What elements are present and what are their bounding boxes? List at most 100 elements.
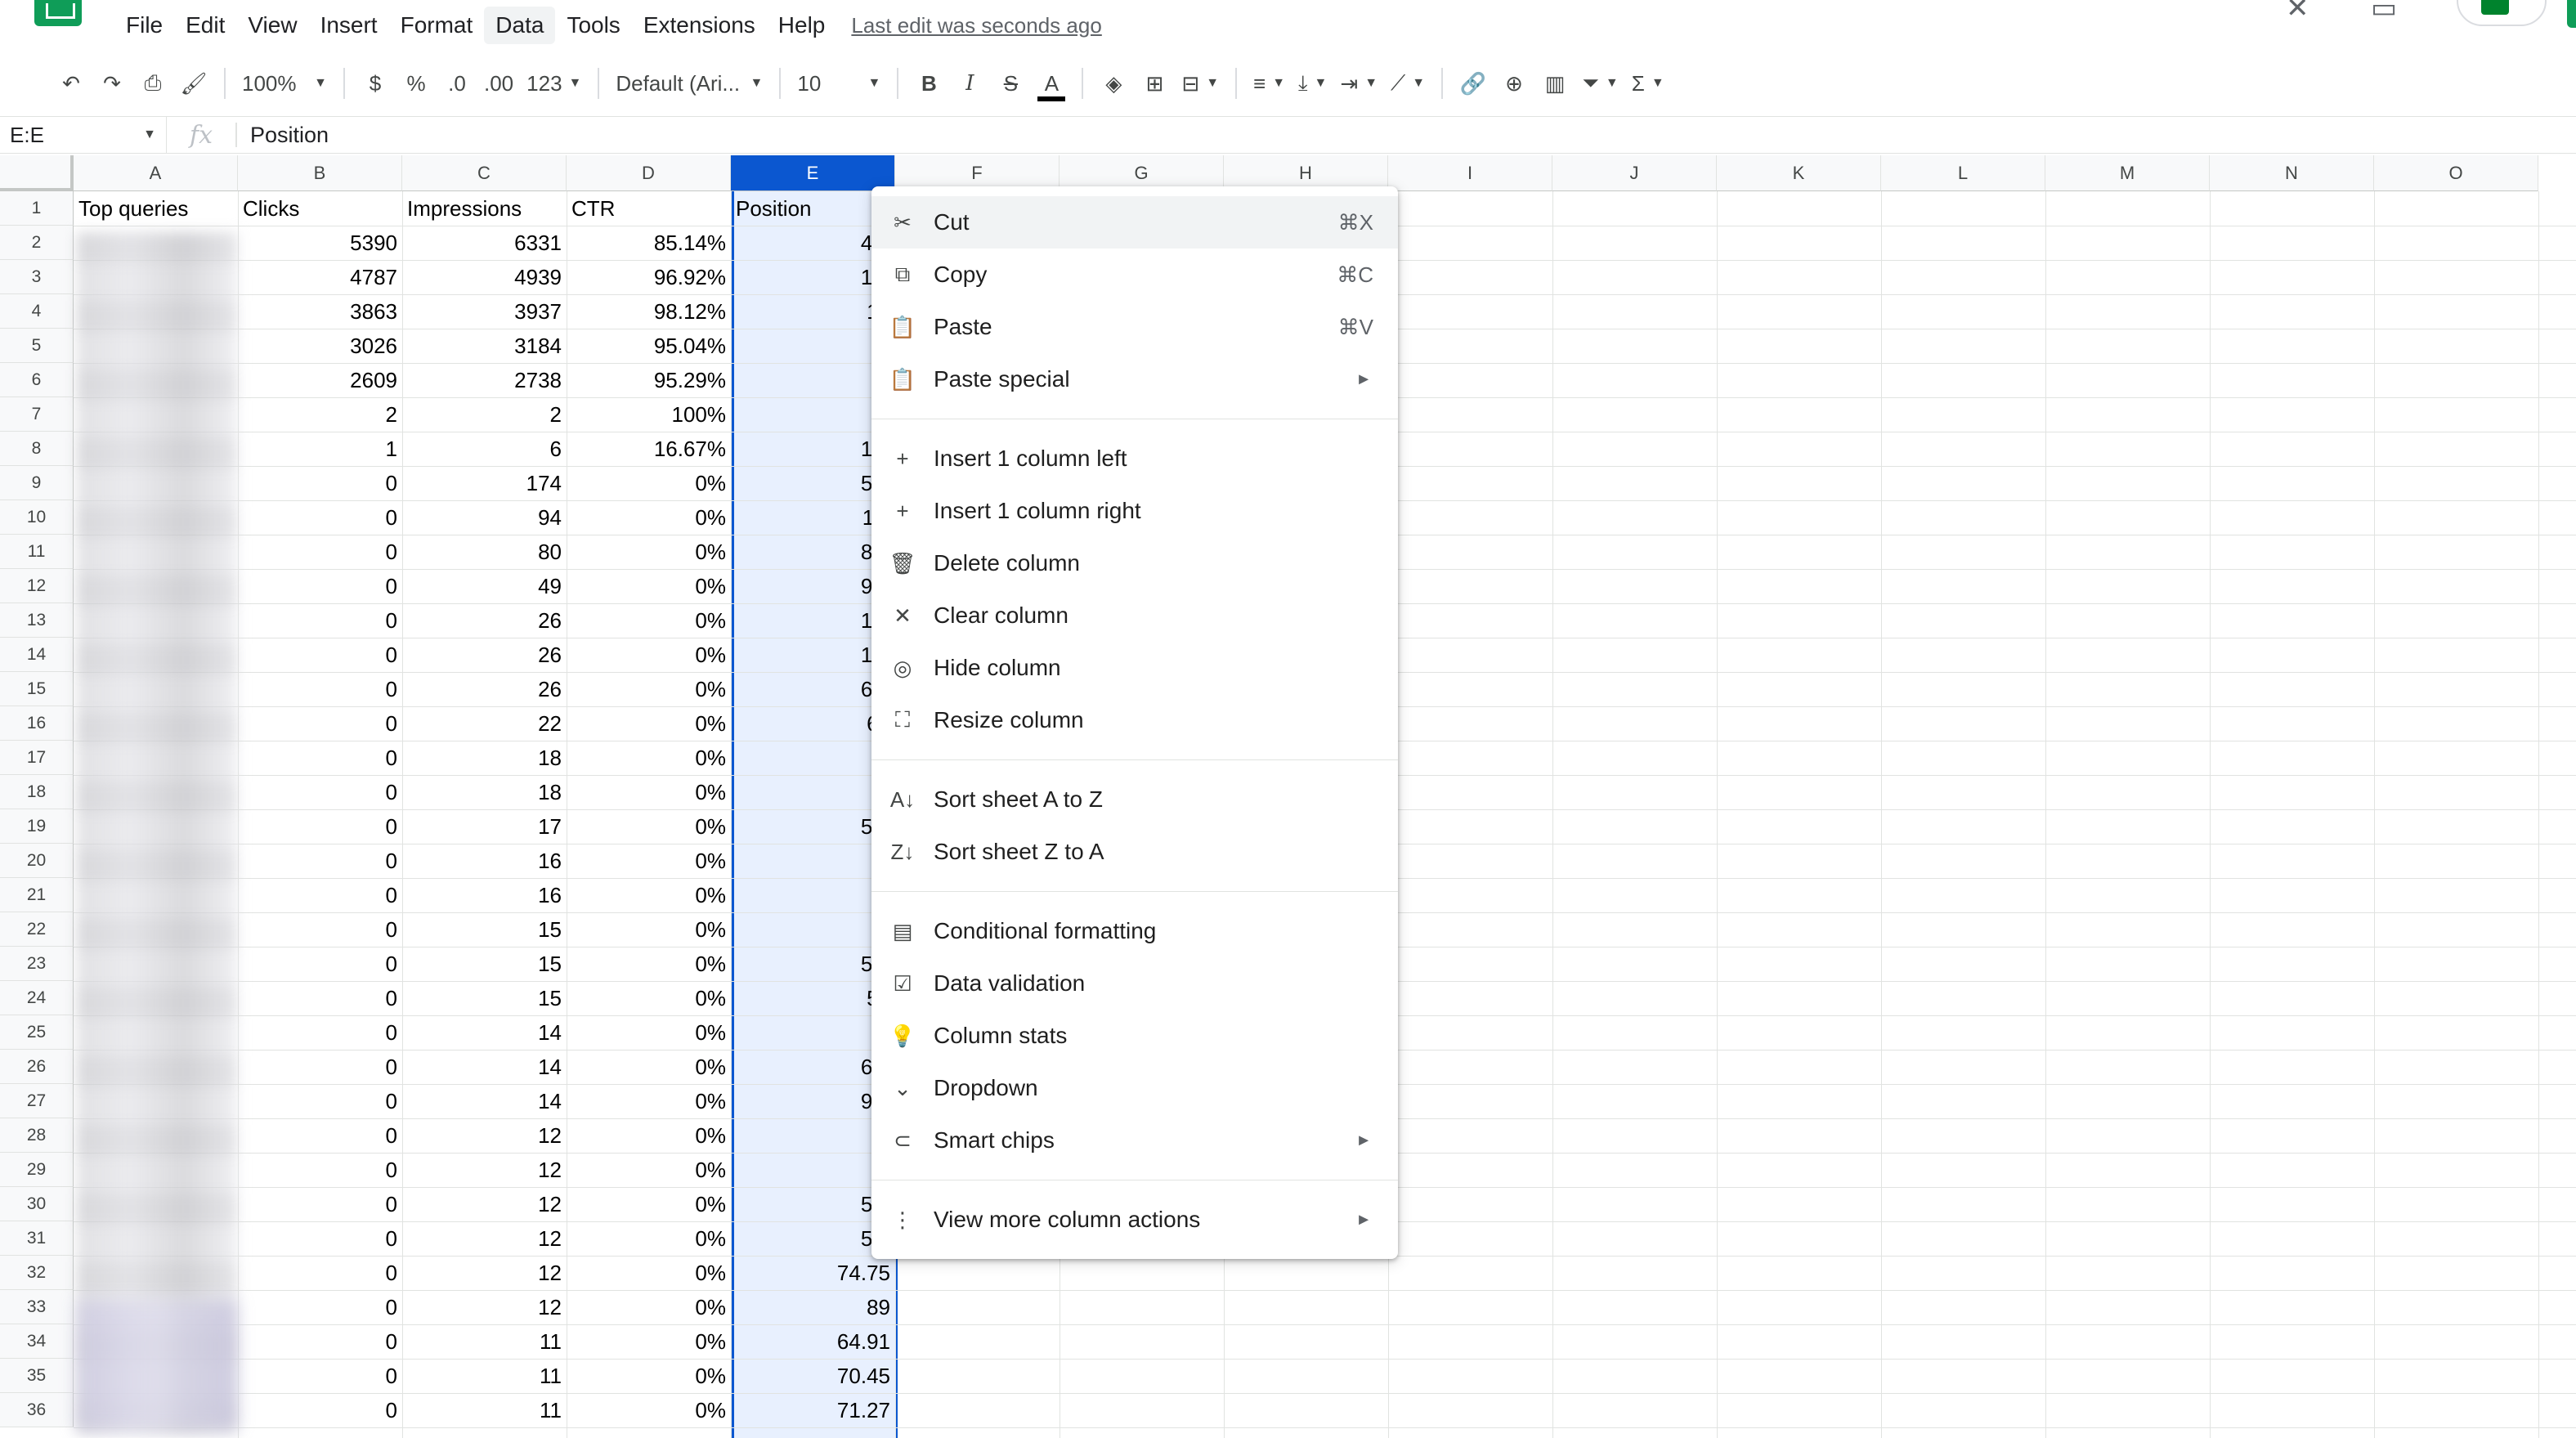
- cell-position[interactable]: 91.: [731, 1084, 895, 1118]
- cell-clicks[interactable]: 0: [238, 500, 402, 535]
- cell-impressions[interactable]: 26: [402, 603, 567, 638]
- row-header[interactable]: 10: [0, 500, 74, 535]
- cell-ctr[interactable]: 0%: [567, 878, 731, 912]
- cell-ctr[interactable]: 95.29%: [567, 363, 731, 397]
- paint-format-icon[interactable]: 🖌: [173, 60, 214, 106]
- menu-extensions[interactable]: Extensions: [632, 7, 767, 44]
- merge-cells-icon[interactable]: ⊟ ▼: [1175, 60, 1225, 106]
- cell-clicks[interactable]: 0: [238, 569, 402, 603]
- cell-clicks[interactable]: 0: [238, 844, 402, 878]
- cell-impressions[interactable]: 49: [402, 569, 567, 603]
- cell-ctr[interactable]: 95.04%: [567, 329, 731, 363]
- cell-position[interactable]: 50.: [731, 1187, 895, 1221]
- row-header[interactable]: 21: [0, 878, 74, 912]
- redo-icon[interactable]: ↷: [92, 60, 132, 106]
- cell-clicks[interactable]: 0: [238, 1393, 402, 1427]
- cell-impressions[interactable]: 11: [402, 1359, 567, 1393]
- insert-comment-icon[interactable]: ⊕: [1494, 60, 1534, 106]
- row-header[interactable]: 19: [0, 809, 74, 844]
- decrease-decimal-button[interactable]: .0: [437, 60, 477, 106]
- cell-clicks[interactable]: 0: [238, 1324, 402, 1359]
- font-size-select[interactable]: 10 ▼: [791, 60, 887, 106]
- cell-impressions[interactable]: 94: [402, 500, 567, 535]
- menu-item-hide-column[interactable]: ◎ Hide column: [871, 642, 1398, 694]
- row-header[interactable]: 9: [0, 466, 74, 500]
- cell-impressions[interactable]: 3184: [402, 329, 567, 363]
- cell-ctr[interactable]: 96.92%: [567, 260, 731, 294]
- more-formats-button[interactable]: 123 ▼: [520, 60, 588, 106]
- cell-clicks[interactable]: 4787: [238, 260, 402, 294]
- row-header[interactable]: 25: [0, 1015, 74, 1050]
- cell-impressions[interactable]: 4939: [402, 260, 567, 294]
- menu-item-sort-sheet-a-to-z[interactable]: A↓ Sort sheet A to Z: [871, 773, 1398, 826]
- text-wrapping-icon[interactable]: ⇥ ▼: [1333, 60, 1384, 106]
- row-header[interactable]: 32: [0, 1256, 74, 1290]
- row-header[interactable]: 7: [0, 397, 74, 432]
- row-header[interactable]: 16: [0, 706, 74, 741]
- cell-clicks[interactable]: 0: [238, 1153, 402, 1187]
- cell-clicks[interactable]: 0: [238, 1256, 402, 1290]
- menu-data[interactable]: Data: [484, 7, 556, 44]
- cell-impressions[interactable]: 14: [402, 1050, 567, 1084]
- cell-ctr[interactable]: 0%: [567, 1221, 731, 1256]
- cell-position[interactable]: 57.: [731, 466, 895, 500]
- cell-clicks[interactable]: 0: [238, 947, 402, 981]
- borders-icon[interactable]: ⊞: [1134, 60, 1175, 106]
- cell-position[interactable]: [731, 912, 895, 947]
- sheets-logo[interactable]: [34, 0, 82, 26]
- cell-impressions[interactable]: 12: [402, 1221, 567, 1256]
- cell-ctr[interactable]: 0%: [567, 1393, 731, 1427]
- cell-position[interactable]: [731, 741, 895, 775]
- row-header[interactable]: 18: [0, 775, 74, 809]
- cell-position[interactable]: 51.: [731, 947, 895, 981]
- cell-ctr[interactable]: 0%: [567, 603, 731, 638]
- column-header-j[interactable]: J: [1552, 155, 1717, 191]
- menu-format[interactable]: Format: [389, 7, 485, 44]
- header-cell-impressions[interactable]: Impressions: [402, 191, 567, 226]
- cell-impressions[interactable]: 26: [402, 672, 567, 706]
- menu-item-data-validation[interactable]: ☑ Data validation: [871, 957, 1398, 1010]
- cell-ctr[interactable]: 0%: [567, 844, 731, 878]
- cell-impressions[interactable]: 12: [402, 1290, 567, 1324]
- cell-impressions[interactable]: 15: [402, 947, 567, 981]
- italic-button[interactable]: I: [949, 60, 990, 106]
- cell-position[interactable]: 74.75: [731, 1256, 895, 1290]
- row-header[interactable]: 3: [0, 260, 74, 294]
- share-button[interactable]: [2567, 0, 2576, 28]
- row-header[interactable]: 26: [0, 1050, 74, 1084]
- cell-clicks[interactable]: 0: [238, 775, 402, 809]
- cell-position[interactable]: 41.: [731, 226, 895, 260]
- cell-impressions[interactable]: 12: [402, 1256, 567, 1290]
- cell-impressions[interactable]: 15: [402, 912, 567, 947]
- cell-clicks[interactable]: 0: [238, 1359, 402, 1393]
- undo-icon[interactable]: ↶: [51, 60, 92, 106]
- cell-position[interactable]: [731, 844, 895, 878]
- cell-impressions[interactable]: 11: [402, 1324, 567, 1359]
- row-header[interactable]: 33: [0, 1290, 74, 1324]
- cell-ctr[interactable]: 100%: [567, 397, 731, 432]
- insert-link-icon[interactable]: 🔗: [1453, 60, 1494, 106]
- header-cell-top-queries[interactable]: Top queries: [74, 191, 238, 226]
- cell-position[interactable]: 65: [731, 706, 895, 741]
- cell-position[interactable]: [731, 397, 895, 432]
- menu-item-paste-special[interactable]: 📋 Paste special ►: [871, 353, 1398, 405]
- cell-position[interactable]: [731, 878, 895, 912]
- strikethrough-button[interactable]: S: [990, 60, 1031, 106]
- cell-ctr[interactable]: 0%: [567, 1050, 731, 1084]
- cell-position[interactable]: 64.: [731, 1050, 895, 1084]
- vertical-align-icon[interactable]: ⤓ ▼: [1292, 60, 1333, 106]
- menu-item-delete-column[interactable]: 🗑 Delete column: [871, 537, 1398, 589]
- cell-position[interactable]: 18.: [731, 638, 895, 672]
- cell-impressions[interactable]: 12: [402, 1118, 567, 1153]
- row-header[interactable]: 22: [0, 912, 74, 947]
- insert-chart-icon[interactable]: ▥: [1534, 60, 1575, 106]
- currency-format-button[interactable]: $: [355, 60, 396, 106]
- cell-impressions[interactable]: 26: [402, 638, 567, 672]
- row-header[interactable]: 14: [0, 638, 74, 672]
- row-header[interactable]: 8: [0, 432, 74, 466]
- menu-help[interactable]: Help: [767, 7, 837, 44]
- cell-impressions[interactable]: 15: [402, 981, 567, 1015]
- column-header-i[interactable]: I: [1388, 155, 1552, 191]
- column-header-a[interactable]: A: [74, 155, 238, 191]
- row-header[interactable]: 13: [0, 603, 74, 638]
